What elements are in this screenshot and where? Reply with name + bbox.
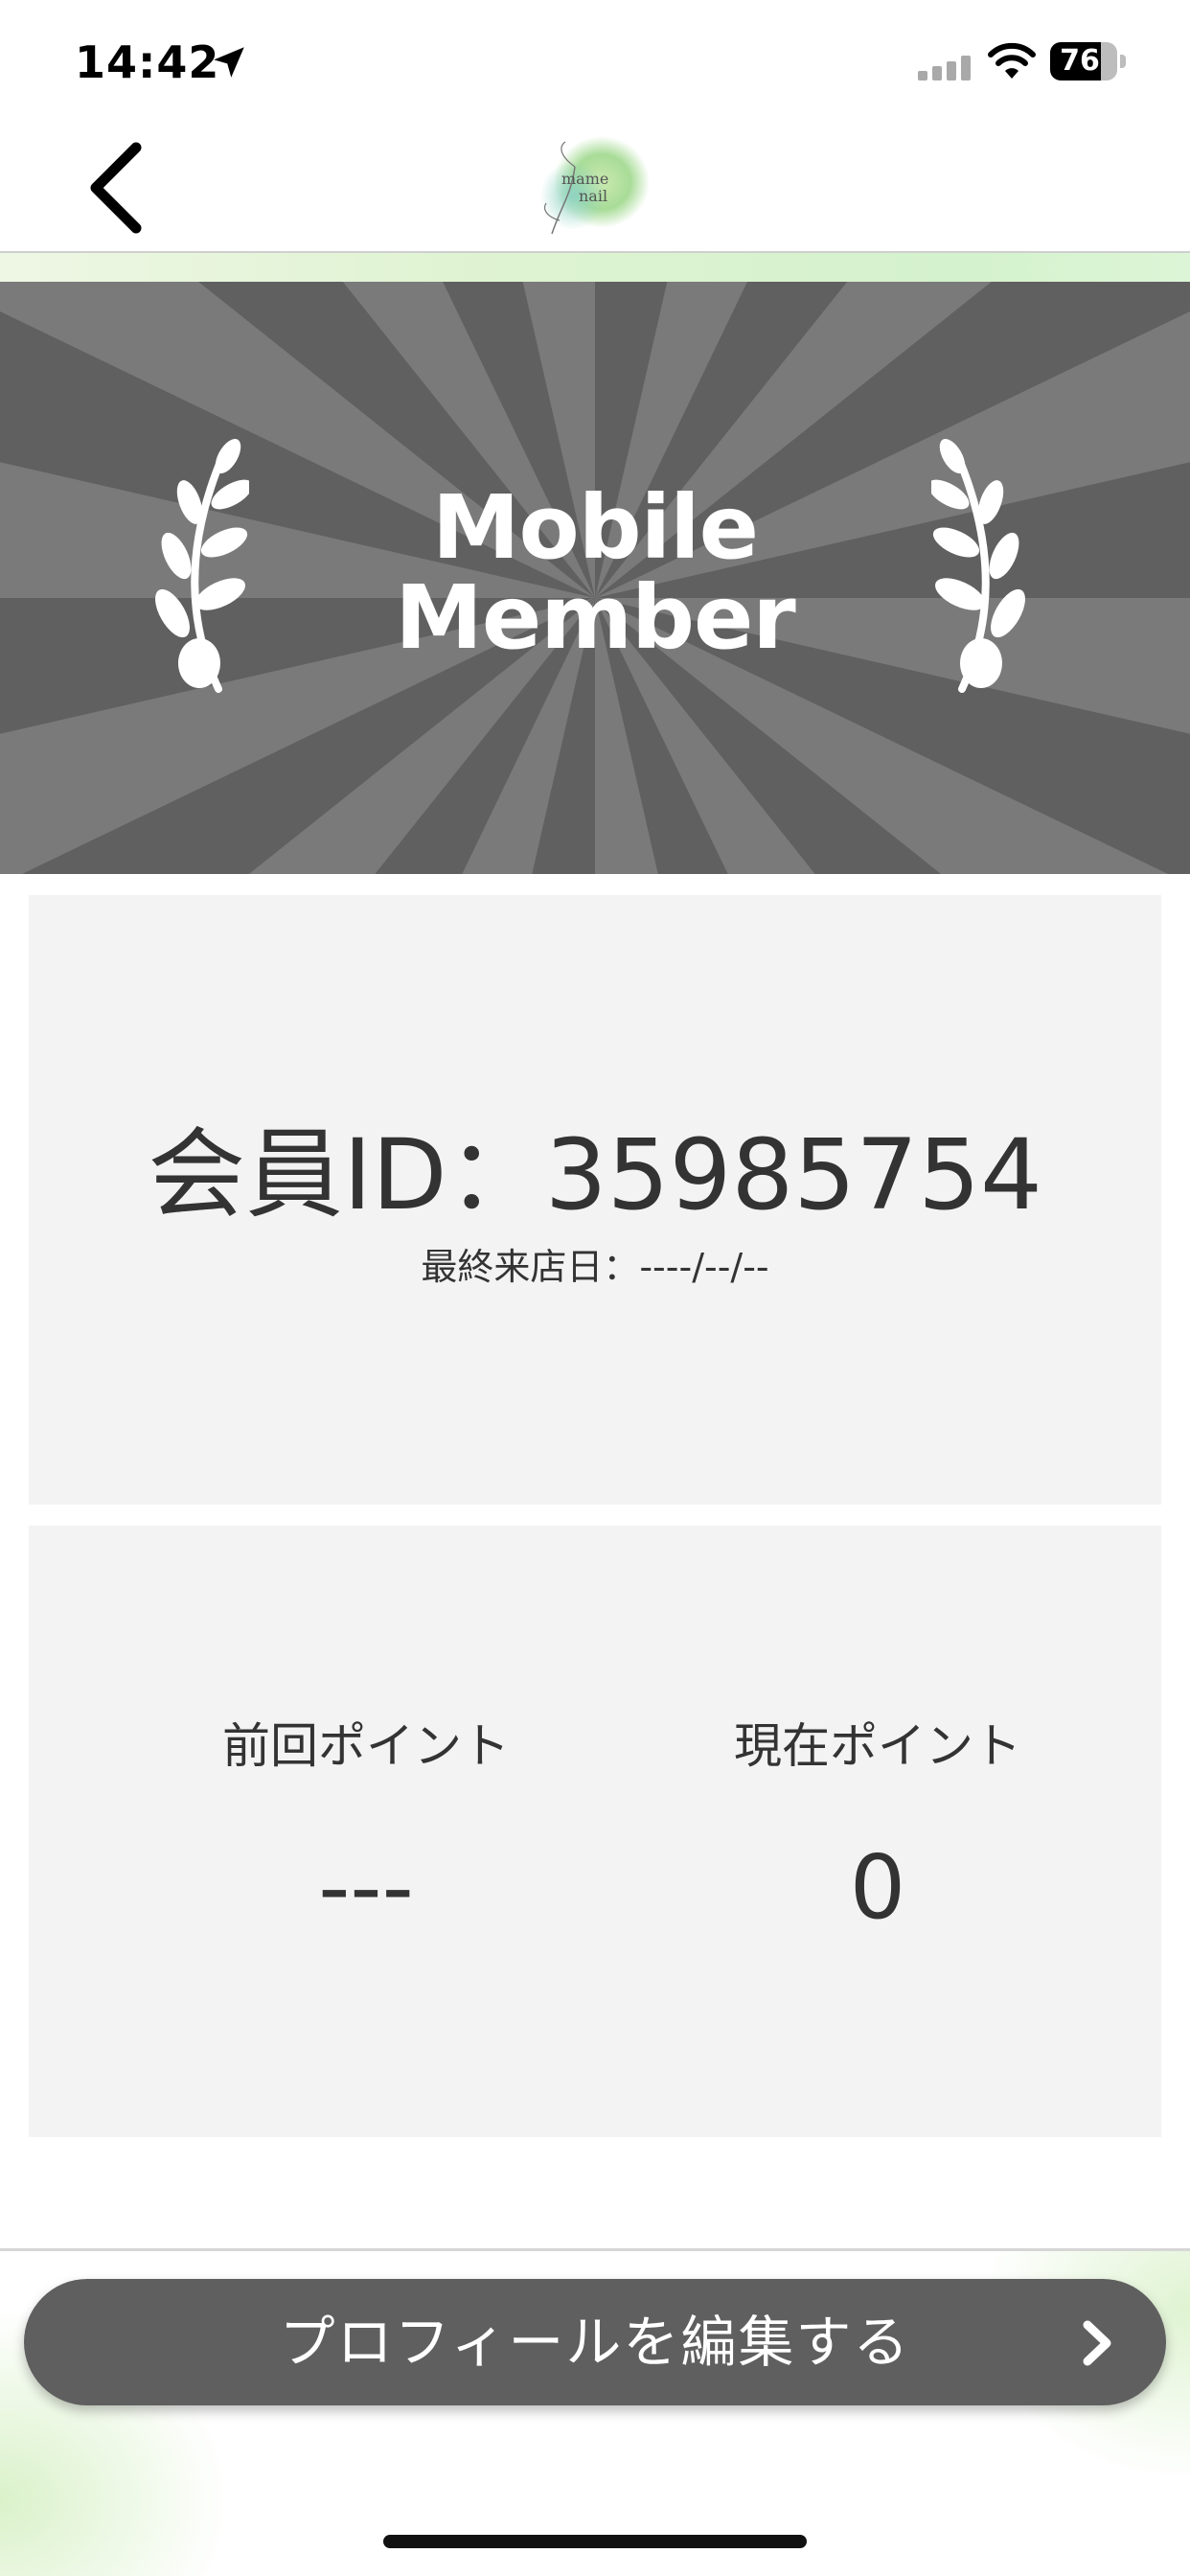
member-id-value: 35985754	[544, 1118, 1042, 1232]
member-id: 会員ID：35985754	[29, 1123, 1161, 1229]
member-id-card: 会員ID：35985754 最終来店日：----/--/--	[29, 895, 1161, 1505]
edit-profile-button[interactable]: プロフィールを編集する	[24, 2279, 1166, 2405]
previous-points: 前回ポイント ---	[165, 1717, 567, 1936]
shop-logo: mame nail	[533, 128, 657, 247]
logo-text: mame nail	[561, 171, 608, 205]
status-bar: 14:42 76	[0, 0, 1190, 125]
chevron-left-icon	[90, 142, 142, 234]
current-points: 現在ポイント 0	[676, 1717, 1079, 1936]
home-indicator	[383, 2535, 807, 2548]
location-arrow-icon	[214, 47, 244, 78]
battery-level: 76	[1060, 44, 1100, 78]
banner-title-line-1: Mobile	[431, 476, 759, 579]
last-visit-label: 最終来店日：	[421, 1246, 640, 1288]
wifi-icon	[988, 42, 1036, 79]
back-button[interactable]	[77, 134, 163, 240]
previous-points-value: ---	[318, 1836, 414, 1939]
points-card: 前回ポイント --- 現在ポイント 0	[29, 1526, 1161, 2137]
previous-points-label: 前回ポイント	[222, 1718, 510, 1774]
logo-line-2: nail	[579, 187, 608, 205]
battery-icon: 76	[1050, 42, 1127, 80]
status-time: 14:42	[75, 36, 220, 88]
chevron-right-icon	[1083, 2320, 1111, 2366]
nav-bar: mame nail	[0, 125, 1190, 253]
logo-line-1: mame	[561, 170, 609, 188]
banner-title-line-2: Member	[395, 566, 795, 669]
header-decoration-strip	[0, 253, 1190, 282]
cellular-signal-icon	[918, 56, 971, 80]
edit-profile-label: プロフィールを編集する	[279, 2310, 911, 2375]
member-banner: Mobile Member	[0, 282, 1190, 874]
current-points-value: 0	[849, 1836, 906, 1939]
last-visit-value: ----/--/--	[639, 1246, 769, 1288]
last-visit: 最終来店日：----/--/--	[29, 1246, 1161, 1288]
current-points-label: 現在ポイント	[734, 1718, 1021, 1774]
laurel-right-icon	[931, 438, 1025, 693]
member-id-label: 会員ID：	[148, 1118, 545, 1232]
laurel-left-icon	[155, 438, 249, 693]
banner-title: Mobile Member	[308, 483, 882, 663]
